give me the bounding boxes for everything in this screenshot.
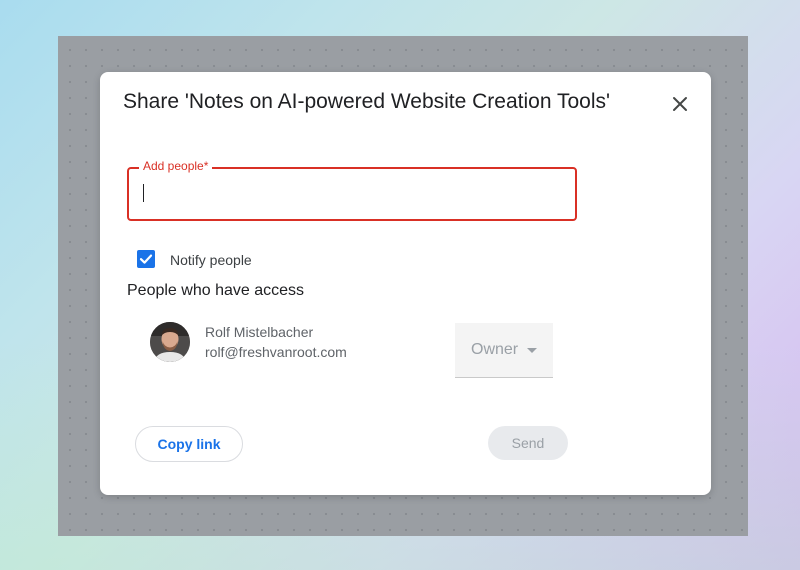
access-heading: People who have access: [127, 282, 304, 299]
add-people-label: Add people*: [139, 159, 213, 173]
checkmark-icon: [139, 254, 153, 264]
text-caret: [143, 184, 144, 202]
user-avatar-icon: [150, 322, 190, 362]
role-value: Owner: [471, 341, 519, 358]
chevron-down-icon: [527, 348, 537, 353]
user-email: rolf@freshvanroot.com: [205, 344, 347, 360]
add-people-input[interactable]: [141, 182, 565, 206]
notify-checkbox[interactable]: [137, 250, 155, 268]
send-button[interactable]: Send: [488, 426, 568, 460]
user-name: Rolf Mistelbacher: [205, 324, 314, 340]
close-button[interactable]: [668, 92, 692, 116]
close-icon: [673, 97, 687, 111]
share-dialog: Share 'Notes on AI-powered Website Creat…: [100, 72, 711, 495]
avatar: [150, 322, 190, 362]
add-people-field[interactable]: Add people*: [127, 159, 577, 221]
dialog-title: Share 'Notes on AI-powered Website Creat…: [123, 90, 611, 113]
notify-label: Notify people: [170, 252, 252, 268]
role-dropdown[interactable]: Owner: [455, 323, 553, 378]
copy-link-button[interactable]: Copy link: [135, 426, 243, 462]
